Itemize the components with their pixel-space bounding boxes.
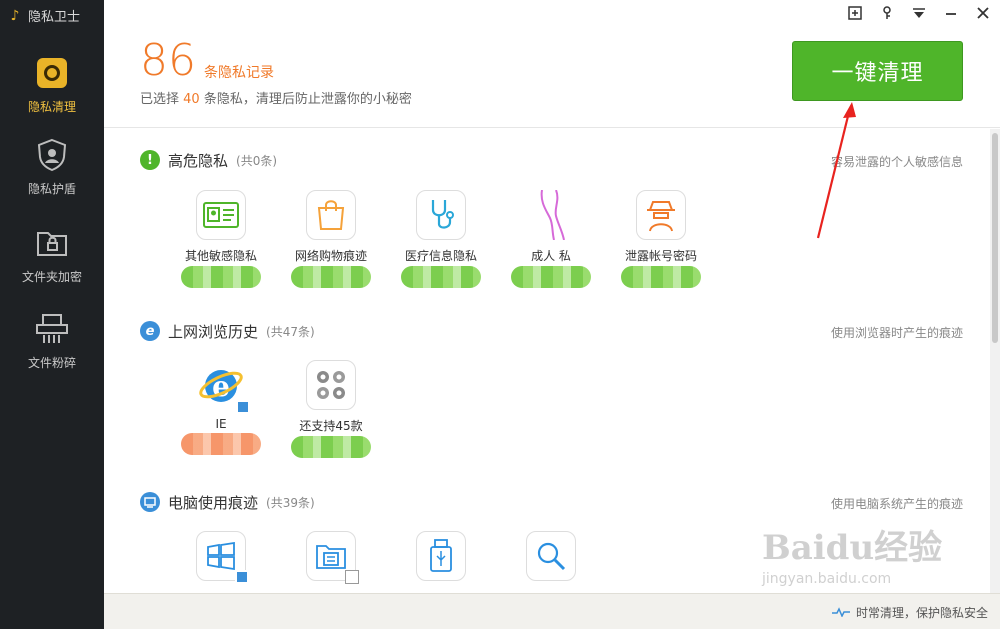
sidebar-item-label: 文件夹加密 (21, 270, 82, 284)
section-count: (共47条) (266, 324, 315, 339)
section-desc: 使用浏览器时产生的痕迹 (830, 326, 963, 340)
section-desc: 使用电脑系统产生的痕迹 (830, 497, 963, 511)
section-title: 高危隐私 (168, 151, 229, 170)
section-desc: 容易泄露的个人敏感信息 (830, 155, 963, 169)
shopping-bag-icon (306, 190, 356, 240)
legs-icon (526, 190, 576, 240)
sidebar-item-privacy-clean[interactable]: 隐私清理 (0, 56, 104, 138)
tile-label: 医疗信息隐私 (404, 249, 477, 263)
section-browsing-history: e 上网浏览历史 (共47条) (140, 320, 315, 342)
sidebar-item-folder-encrypt[interactable]: 文件夹加密 (0, 226, 104, 308)
sidebar-item-label: 隐私清理 (27, 100, 76, 114)
tile-label: 其他敏感隐私 (184, 249, 257, 263)
privacy-list: ! 高危隐私 (共0条) 容易泄露的个人敏感信息 其他敏感隐私 网络购物痕迹 医… (104, 129, 990, 593)
shield-icon (35, 138, 69, 172)
search-icon (526, 531, 576, 581)
section-count: (共39条) (266, 495, 315, 510)
tile-adult[interactable]: 成人 私 (496, 190, 606, 288)
privacy-count-label: 条隐私记录 (204, 65, 274, 81)
sidebar-item-label: 隐私护盾 (27, 182, 76, 196)
browsers-grid-icon (306, 360, 356, 410)
redaction-blur (291, 266, 371, 288)
menu-icon[interactable] (910, 4, 928, 22)
section-count: (共0条) (236, 153, 278, 168)
tile-leaked-passwords[interactable]: 泄露帐号密码 (606, 190, 716, 288)
privacy-clean-icon (35, 56, 69, 90)
usb-icon (416, 531, 466, 581)
selected-prefix: 已选择 (140, 92, 180, 107)
sidebar-item-privacy-shield[interactable]: 隐私护盾 (0, 138, 104, 220)
skin-icon[interactable] (878, 4, 896, 22)
tile-search[interactable] (496, 531, 606, 588)
selected-count: 40 (183, 92, 200, 107)
stethoscope-icon (416, 190, 466, 240)
tile-ie[interactable]: e IE (166, 360, 276, 455)
add-icon[interactable] (846, 4, 864, 22)
scrollbar[interactable] (990, 129, 1000, 593)
tile-usb[interactable] (386, 531, 496, 588)
footer-tip: 时常清理，保护隐私安全 (831, 604, 988, 621)
internet-explorer-icon: e (196, 360, 250, 414)
redaction-blur (511, 266, 591, 288)
redaction-blur (181, 433, 261, 455)
spy-icon (636, 190, 686, 240)
selected-suffix: 条隐私，清理后防止泄露你的小秘密 (203, 92, 412, 107)
shredder-icon (35, 312, 69, 346)
selected-summary: 已选择 40 条隐私，清理后防止泄露你的小秘密 (140, 88, 412, 107)
app-title: ♪ 隐私卫士 (6, 6, 81, 26)
tile-online-shopping[interactable]: 网络购物痕迹 (276, 190, 386, 288)
windows-icon (196, 531, 249, 584)
scrollbar-thumb[interactable] (992, 133, 998, 343)
section-title: 上网浏览历史 (168, 322, 259, 341)
window-controls (846, 4, 992, 22)
redaction-blur (181, 266, 261, 288)
privacy-count: 86 (140, 35, 196, 86)
sidebar-item-file-shred[interactable]: 文件粉碎 (0, 312, 104, 394)
file-explorer-icon (306, 531, 359, 584)
tile-windows[interactable] (166, 531, 276, 588)
pulse-icon (831, 606, 850, 620)
tile-label: 还支持45款 (299, 419, 363, 433)
minimize-icon[interactable] (942, 4, 960, 22)
selected-badge (236, 400, 250, 414)
sidebar-item-label: 文件粉碎 (27, 356, 76, 370)
tile-more-browsers[interactable]: 还支持45款 (276, 360, 386, 458)
redaction-blur (401, 266, 481, 288)
tile-label: 泄露帐号密码 (624, 249, 697, 263)
tile-label: 成人 私 (531, 249, 571, 263)
close-icon[interactable] (974, 4, 992, 22)
tile-label: IE (215, 417, 227, 431)
selected-badge (235, 570, 249, 584)
unselected-badge (345, 570, 359, 584)
folder-lock-icon (35, 226, 69, 260)
footer: 时常清理，保护隐私安全 (104, 593, 1000, 629)
id-card-icon (196, 190, 246, 240)
ie-icon: e (140, 321, 160, 341)
section-computer-traces: 电脑使用痕迹 (共39条) (140, 491, 315, 513)
computer-icon (140, 492, 160, 512)
tile-file-explorer[interactable] (276, 531, 386, 588)
tile-other-sensitive[interactable]: 其他敏感隐私 (166, 190, 276, 288)
warning-icon: ! (140, 150, 160, 170)
one-click-clean-button[interactable]: 一键清理 (792, 41, 963, 101)
redaction-blur (621, 266, 701, 288)
tile-label: 网络购物痕迹 (294, 249, 367, 263)
tile-medical-info[interactable]: 医疗信息隐私 (386, 190, 496, 288)
section-high-risk: ! 高危隐私 (共0条) (140, 149, 277, 171)
app-title-text: 隐私卫士 (28, 10, 81, 25)
sidebar: ♪ 隐私卫士 隐私清理 隐私护盾 文件夹加密 文件粉碎 (0, 0, 104, 629)
section-title: 电脑使用痕迹 (168, 493, 259, 512)
app-logo-icon: ♪ (10, 7, 20, 24)
footer-text: 时常清理，保护隐私安全 (855, 606, 988, 620)
redaction-blur (291, 436, 371, 458)
